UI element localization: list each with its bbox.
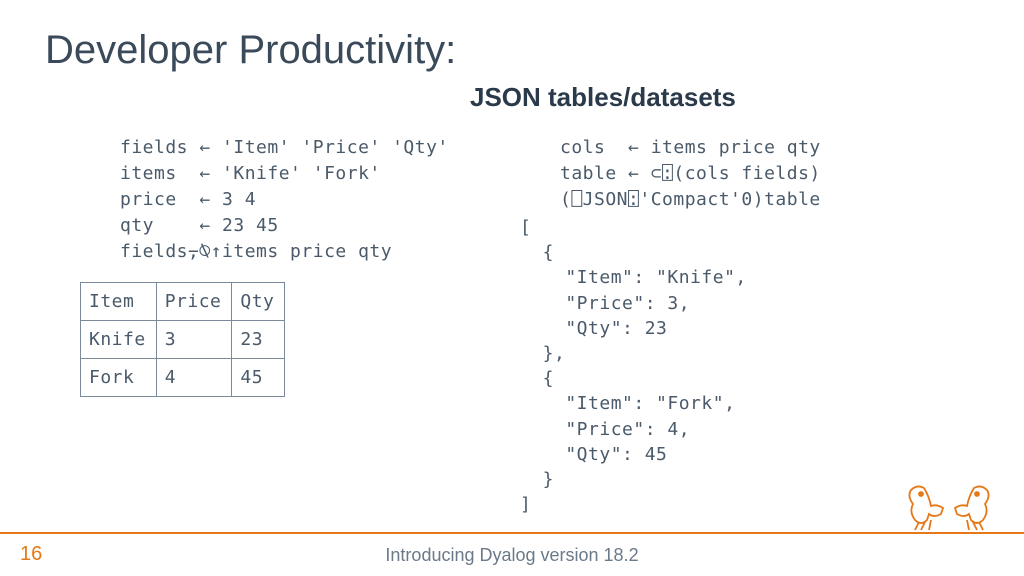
table-cell: Price: [156, 283, 232, 321]
footer-divider: [0, 532, 1024, 534]
slide-title: Developer Productivity:: [45, 28, 456, 73]
table-cell: Qty: [232, 283, 285, 321]
table-cell: Knife: [81, 321, 157, 359]
footer-text: Introducing Dyalog version 18.2: [0, 545, 1024, 566]
table-cell: 45: [232, 359, 285, 397]
result-table: Item Price Qty Knife 3 23 Fork 4 45: [80, 282, 285, 397]
table-cell: Fork: [81, 359, 157, 397]
slide-subtitle: JSON tables/datasets: [470, 82, 736, 113]
table-cell: 3: [156, 321, 232, 359]
table-cell: 23: [232, 321, 285, 359]
table-row: Item Price Qty: [81, 283, 285, 321]
apl-code-right: cols ← items price qty table ← ⊂⍠(cols f…: [560, 135, 821, 213]
dyalog-logo-icon: [899, 476, 999, 531]
table-cell: Item: [81, 283, 157, 321]
table-row: Knife 3 23: [81, 321, 285, 359]
table-cell: 4: [156, 359, 232, 397]
apl-code-left: fields ← 'Item' 'Price' 'Qty' items ← 'K…: [120, 135, 449, 265]
table-row: Fork 4 45: [81, 359, 285, 397]
json-output: [ { "Item": "Knife", "Price": 3, "Qty": …: [520, 215, 747, 517]
